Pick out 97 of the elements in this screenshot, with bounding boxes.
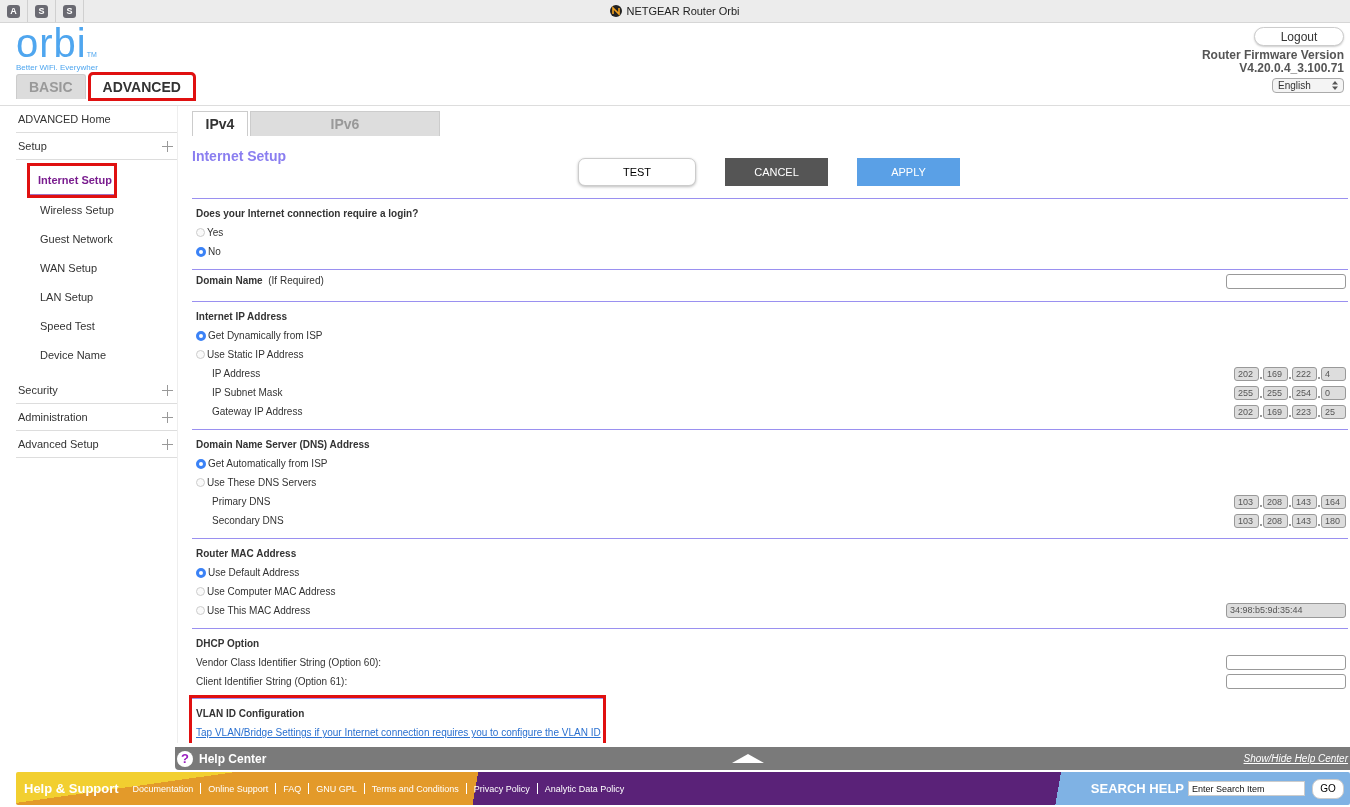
radio-label: Yes xyxy=(207,227,225,238)
sidebar-subitem[interactable]: Device Name xyxy=(36,340,160,369)
section-title: Internet IP Address xyxy=(196,310,289,324)
logout-button[interactable]: Logout xyxy=(1254,27,1344,46)
section-title: Router MAC Address xyxy=(196,547,298,561)
action-button[interactable]: CANCEL xyxy=(725,158,828,186)
field-label: Gateway IP Address xyxy=(212,406,304,417)
octet-field[interactable]: 202 xyxy=(1234,404,1259,419)
help-center-title: Help Center xyxy=(199,751,267,766)
browser-tab[interactable]: A xyxy=(0,0,28,22)
window-title: NETGEAR Router Orbi xyxy=(626,5,740,17)
octet-field[interactable]: 255 xyxy=(1234,385,1259,400)
radio-button[interactable] xyxy=(196,478,205,487)
radio-button[interactable] xyxy=(196,330,206,341)
octet-field[interactable]: 180 xyxy=(1321,513,1346,528)
octet-field[interactable]: 103 xyxy=(1234,513,1259,528)
field-label: Primary DNS xyxy=(212,496,272,507)
search-label: SEARCH HELP xyxy=(1090,781,1184,796)
language-select[interactable]: English xyxy=(1272,78,1344,93)
octet-field[interactable]: 202 xyxy=(1234,366,1259,381)
page-title: Internet Setup xyxy=(192,147,288,166)
radio-button[interactable] xyxy=(196,587,205,596)
radio-button[interactable] xyxy=(196,458,206,469)
field-label: Client Identifier String (Option 61): xyxy=(196,676,349,687)
radio-label: Use Default Address xyxy=(208,567,301,578)
octet-field[interactable]: 169 xyxy=(1263,404,1288,419)
radio-label: Get Automatically from ISP xyxy=(208,458,329,469)
sidebar-subitem[interactable]: Speed Test xyxy=(36,311,160,340)
text-field[interactable] xyxy=(1226,674,1346,689)
browser-tab[interactable]: S xyxy=(28,0,56,22)
octet-field[interactable]: 223 xyxy=(1292,404,1317,419)
search-field[interactable]: Enter Search Item xyxy=(1188,781,1305,796)
radio-label: Use Computer MAC Address xyxy=(207,586,337,597)
browser-tab[interactable]: S xyxy=(56,0,84,22)
radio-button[interactable] xyxy=(196,246,206,257)
sidebar-subitem[interactable]: WAN Setup xyxy=(36,253,160,282)
plus-icon xyxy=(162,140,173,152)
tab-letter: S xyxy=(35,4,48,18)
go-button[interactable]: GO xyxy=(1312,778,1344,799)
octet-field[interactable]: 103 xyxy=(1234,494,1259,509)
octet-field[interactable]: 0 xyxy=(1321,385,1346,400)
plus-icon xyxy=(162,384,173,396)
radio-label: Use These DNS Servers xyxy=(207,477,318,488)
octet-field[interactable]: 4 xyxy=(1321,366,1346,381)
sidebar-subitem[interactable]: Internet Setup xyxy=(30,166,114,195)
show-hide-help-link[interactable]: Show/Hide Help Center xyxy=(1243,753,1348,764)
field-label: IP Address xyxy=(212,368,262,379)
field-label: IP Subnet Mask xyxy=(212,387,284,398)
main-tab[interactable]: ADVANCED xyxy=(89,74,194,99)
radio-button[interactable] xyxy=(196,567,206,578)
netgear-logo-icon xyxy=(610,5,623,17)
logo-tagline: Better WiFi. Everywher xyxy=(16,63,99,73)
text-field[interactable] xyxy=(1226,273,1346,289)
radio-label: Get Dynamically from ISP xyxy=(208,330,324,341)
footer-link[interactable]: Analytic Data Policy xyxy=(544,783,625,794)
sidebar-subitem[interactable]: LAN Setup xyxy=(36,282,160,311)
octet-field[interactable]: 255 xyxy=(1263,385,1288,400)
radio-label: Use This MAC Address xyxy=(207,605,312,616)
footer-title: Help & Support xyxy=(24,781,119,796)
help-icon: ? xyxy=(177,750,193,767)
section-title: DHCP Option xyxy=(196,637,261,651)
radio-label: Use Static IP Address xyxy=(207,349,305,360)
octet-field[interactable]: 143 xyxy=(1292,494,1317,509)
octet-field[interactable]: 208 xyxy=(1263,494,1288,509)
octet-field[interactable]: 222 xyxy=(1292,366,1317,381)
logo-text: orbi xyxy=(16,25,87,61)
section-title: VLAN ID Configuration xyxy=(196,707,306,721)
field-label: Vendor Class Identifier String (Option 60): xyxy=(196,657,383,668)
action-button[interactable]: TEST xyxy=(578,158,696,186)
tab-letter: A xyxy=(7,4,20,18)
octet-field[interactable]: 254 xyxy=(1292,385,1317,400)
sidebar-subitem[interactable]: Guest Network xyxy=(36,224,160,253)
radio-button[interactable] xyxy=(196,228,205,237)
octet-field[interactable]: 169 xyxy=(1263,366,1288,381)
sidebar-subitem[interactable]: Wireless Setup xyxy=(36,195,160,224)
radio-button[interactable] xyxy=(196,350,205,359)
vlan-settings-link[interactable]: Tap VLAN/Bridge Settings if your Internet connection requires you to configure the VLAN ID xyxy=(196,727,601,738)
octet-field[interactable]: 143 xyxy=(1292,513,1317,528)
firmware-label: Router Firmware Version xyxy=(1201,49,1344,62)
octet-field[interactable]: 208 xyxy=(1263,513,1288,528)
octet-field[interactable]: 164 xyxy=(1321,494,1346,509)
ip-tab[interactable]: IPv4 xyxy=(192,111,248,136)
section-title: Domain Name (If Required) xyxy=(196,274,324,288)
mac-address-field[interactable]: 34:98:b5:9d:35:44 xyxy=(1226,603,1346,618)
section-title: Domain Name Server (DNS) Address xyxy=(196,438,371,452)
expand-up-icon[interactable] xyxy=(732,754,764,763)
radio-label: No xyxy=(208,246,222,257)
text-field[interactable] xyxy=(1226,655,1346,670)
section-title: Does your Internet connection require a login? xyxy=(196,207,420,221)
updown-icon xyxy=(1332,81,1338,90)
plus-icon xyxy=(162,411,173,423)
firmware-version: V4.20.0.4_3.100.71 xyxy=(1239,62,1344,75)
octet-field[interactable]: 25 xyxy=(1321,404,1346,419)
field-label: Secondary DNS xyxy=(212,515,285,526)
tab-letter: S xyxy=(63,4,76,18)
plus-icon xyxy=(162,438,173,450)
radio-button[interactable] xyxy=(196,606,205,615)
